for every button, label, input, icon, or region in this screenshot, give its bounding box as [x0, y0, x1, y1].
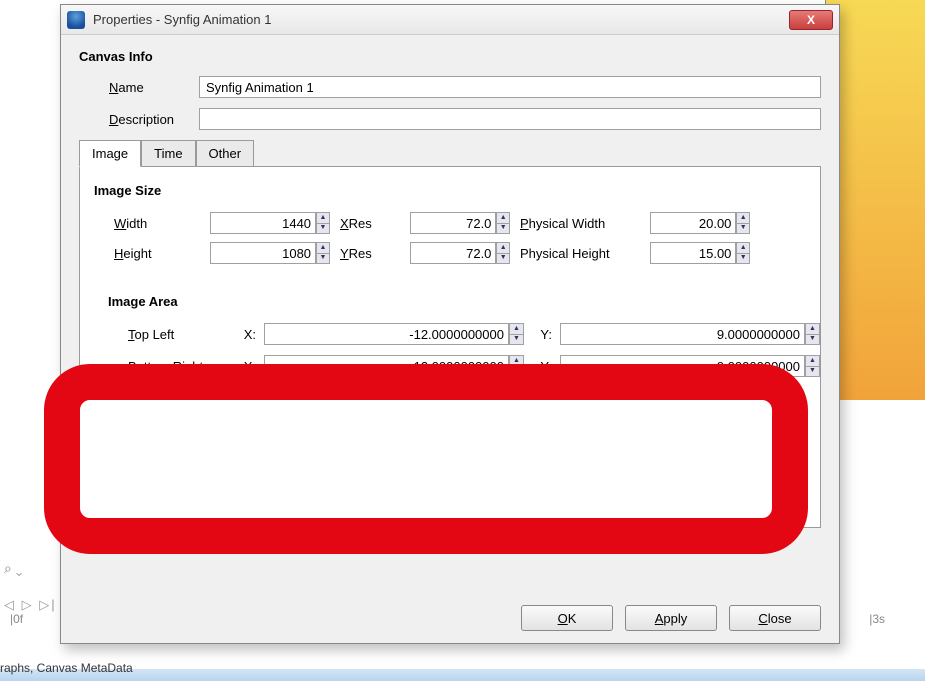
apply-button[interactable]: Apply	[625, 605, 717, 631]
spin-down-icon[interactable]: ▼	[496, 223, 510, 235]
close-icon: X	[807, 13, 815, 27]
tab-time[interactable]: Time	[141, 140, 195, 166]
properties-dialog: Properties - Synfig Animation 1 X Canvas…	[60, 4, 840, 644]
bottom-right-label: Bottom Right	[128, 359, 228, 374]
name-input[interactable]	[199, 76, 821, 98]
spin-down-icon[interactable]: ▼	[736, 223, 750, 235]
top-left-y-input[interactable]: ▲▼	[560, 323, 820, 345]
app-icon	[67, 11, 85, 29]
background-playback: ◁ ▷ ▷|	[4, 597, 57, 613]
close-window-button[interactable]: X	[789, 10, 833, 30]
physical-width-label: Physical Width	[520, 216, 640, 231]
background-search-icon: ⌕ ⌄	[4, 560, 22, 577]
bottom-right-x-input[interactable]: ▲▼	[264, 355, 524, 377]
physical-width-input[interactable]: ▲▼	[650, 212, 750, 234]
x-label: X:	[236, 359, 256, 374]
physical-height-label: Physical Height	[520, 246, 640, 261]
tab-image[interactable]: Image	[79, 140, 141, 167]
spin-down-icon[interactable]: ▼	[509, 366, 524, 378]
height-input[interactable]: ▲▼	[210, 242, 330, 264]
x-label: X:	[236, 327, 256, 342]
tab-panel-image: Image Size Width ▲▼ XRes ▲▼	[79, 166, 821, 528]
background-strip	[0, 669, 925, 681]
height-label: Height	[114, 246, 200, 261]
physical-height-input[interactable]: ▲▼	[650, 242, 750, 264]
spin-up-icon[interactable]: ▲	[736, 242, 750, 253]
spin-down-icon[interactable]: ▼	[316, 253, 330, 265]
image-size-heading: Image Size	[94, 183, 806, 198]
yres-label: YRes	[340, 246, 400, 261]
spin-up-icon[interactable]: ▲	[509, 355, 524, 366]
titlebar[interactable]: Properties - Synfig Animation 1 X	[61, 5, 839, 35]
image-area-group: Image Area Top Left X: ▲▼ Y: ▲▼	[94, 294, 806, 377]
y-label: Y:	[532, 359, 552, 374]
spin-down-icon[interactable]: ▼	[736, 253, 750, 265]
ok-button[interactable]: OK	[521, 605, 613, 631]
spin-up-icon[interactable]: ▲	[509, 323, 524, 334]
close-button[interactable]: Close	[729, 605, 821, 631]
spin-up-icon[interactable]: ▲	[496, 242, 510, 253]
xres-input[interactable]: ▲▼	[410, 212, 510, 234]
dialog-button-row: OK Apply Close	[521, 605, 821, 631]
top-left-label: Top Left	[128, 327, 228, 342]
spin-down-icon[interactable]: ▼	[805, 366, 820, 378]
spin-up-icon[interactable]: ▲	[316, 212, 330, 223]
canvas-info-heading: Canvas Info	[79, 49, 821, 64]
description-input[interactable]	[199, 108, 821, 130]
background-timeline-start: |0f	[10, 612, 23, 626]
spin-down-icon[interactable]: ▼	[509, 334, 524, 346]
spin-up-icon[interactable]: ▲	[316, 242, 330, 253]
description-label: Description	[79, 112, 199, 127]
spin-up-icon[interactable]: ▲	[736, 212, 750, 223]
image-area-heading: Image Area	[108, 294, 792, 309]
spin-up-icon[interactable]: ▲	[496, 212, 510, 223]
window-title: Properties - Synfig Animation 1	[93, 12, 271, 27]
xres-label: XRes	[340, 216, 400, 231]
spin-down-icon[interactable]: ▼	[316, 223, 330, 235]
yres-input[interactable]: ▲▼	[410, 242, 510, 264]
tabbar: Image Time Other	[79, 140, 821, 166]
bottom-right-y-input[interactable]: ▲▼	[560, 355, 820, 377]
y-label: Y:	[532, 327, 552, 342]
width-label: Width	[114, 216, 200, 231]
background-text: raphs, Canvas MetaData	[0, 661, 133, 675]
spin-down-icon[interactable]: ▼	[496, 253, 510, 265]
width-input[interactable]: ▲▼	[210, 212, 330, 234]
tab-other[interactable]: Other	[196, 140, 255, 166]
top-left-x-input[interactable]: ▲▼	[264, 323, 524, 345]
background-timeline: |3s	[869, 612, 885, 626]
name-label: Name	[79, 80, 199, 95]
spin-up-icon[interactable]: ▲	[805, 323, 820, 334]
background-panel	[825, 0, 925, 400]
spin-down-icon[interactable]: ▼	[805, 334, 820, 346]
spin-up-icon[interactable]: ▲	[805, 355, 820, 366]
